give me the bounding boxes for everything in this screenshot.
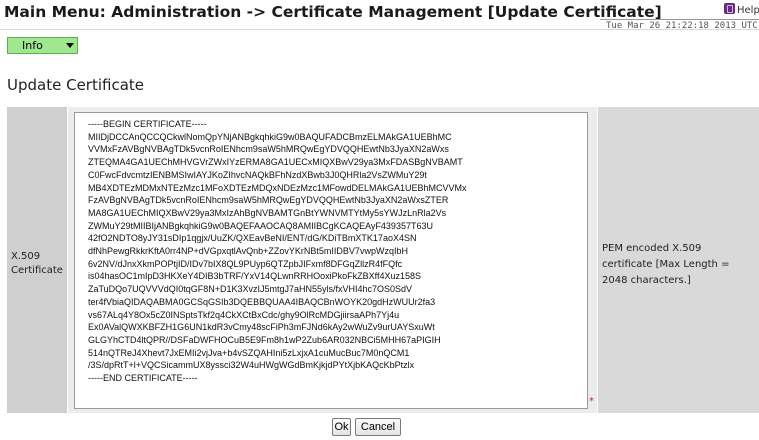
ok-button[interactable]: Ok [332,418,351,436]
cancel-button[interactable]: Cancel [355,418,401,436]
help-book-icon [724,3,735,14]
title-bar: Main Menu: Administration -> Certificate… [0,0,759,31]
required-marker: * [589,396,594,407]
help-link-label: Help [737,5,759,16]
header-divider [0,29,759,30]
field-label-cell: X.509 Certificate [7,107,67,413]
field-help-cell: PEM encoded X.509 certificate [Max Lengt… [598,107,759,413]
page-title: Main Menu: Administration -> Certificate… [4,3,662,21]
title-divider [600,19,759,20]
chevron-down-icon [66,43,74,48]
info-menu-dropdown[interactable]: Info [7,37,78,54]
info-menu-label: Info [22,39,43,52]
field-label: X.509 Certificate [11,251,63,276]
certificate-textarea[interactable]: -----BEGIN CERTIFICATE----- MIIDjDCCAnQC… [74,112,588,409]
help-link[interactable]: Help [724,3,759,16]
section-heading: Update Certificate [7,76,145,94]
field-help-text: PEM encoded X.509 certificate [Max Lengt… [602,243,730,286]
